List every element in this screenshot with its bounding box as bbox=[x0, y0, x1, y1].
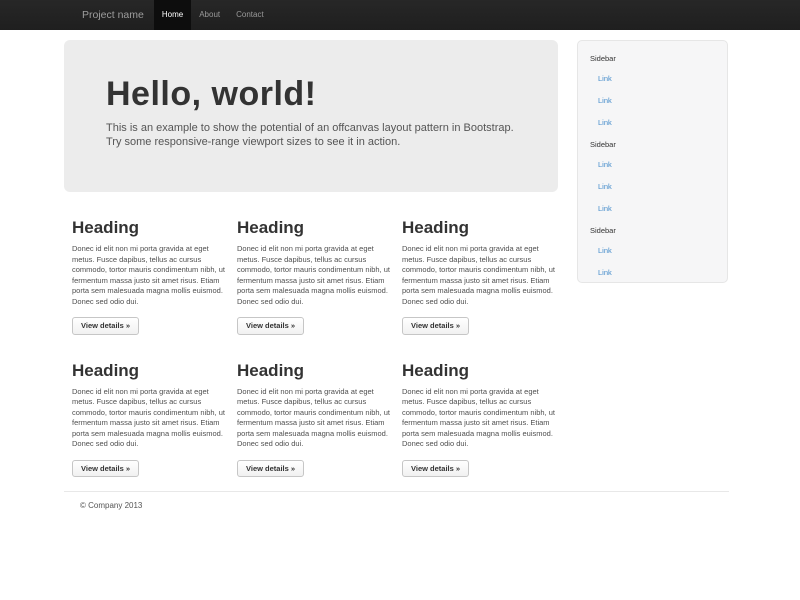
nav-item-contact: Contact bbox=[228, 0, 272, 30]
card-body-text: Donec id elit non mi porta gravida at eg… bbox=[72, 244, 225, 307]
nav-item-about: About bbox=[191, 0, 228, 30]
view-details-button[interactable]: View details » bbox=[402, 460, 469, 478]
feature-card: Heading Donec id elit non mi porta gravi… bbox=[402, 361, 555, 478]
sidebar-group-header: Sidebar bbox=[578, 134, 727, 154]
card-body-text: Donec id elit non mi porta gravida at eg… bbox=[237, 244, 390, 307]
page-title: Hello, world! bbox=[106, 76, 516, 113]
view-details-button[interactable]: View details » bbox=[72, 460, 139, 478]
sidebar-group-1: Sidebar Link Link Link bbox=[578, 48, 727, 134]
sidebar-link[interactable]: Link bbox=[578, 262, 727, 284]
card-body-text: Donec id elit non mi porta gravida at eg… bbox=[402, 244, 555, 307]
navbar-inner: Project name Home About Contact bbox=[64, 0, 272, 30]
card-body-text: Donec id elit non mi porta gravida at eg… bbox=[237, 387, 390, 450]
sidebar-group-header: Sidebar bbox=[578, 48, 727, 68]
nav-link-home[interactable]: Home bbox=[154, 0, 191, 30]
view-details-button[interactable]: View details » bbox=[237, 460, 304, 478]
feature-card: Heading Donec id elit non mi porta gravi… bbox=[72, 218, 225, 335]
jumbotron: Hello, world! This is an example to show… bbox=[64, 40, 558, 192]
copyright-text: © Company 2013 bbox=[80, 501, 729, 510]
page-container: Hello, world! This is an example to show… bbox=[64, 40, 729, 477]
content-column: Hello, world! This is an example to show… bbox=[64, 40, 558, 477]
sidebar-group-3: Sidebar Link Link bbox=[578, 220, 727, 284]
card-heading: Heading bbox=[237, 361, 390, 381]
sidebar-link[interactable]: Link bbox=[578, 198, 727, 220]
feature-card: Heading Donec id elit non mi porta gravi… bbox=[237, 361, 390, 478]
cards-row-2: Heading Donec id elit non mi porta gravi… bbox=[64, 361, 558, 478]
nav-link-contact[interactable]: Contact bbox=[228, 0, 272, 30]
sidebar-group-2: Sidebar Link Link Link bbox=[578, 134, 727, 220]
nav-link-about[interactable]: About bbox=[191, 0, 228, 30]
sidebar-link[interactable]: Link bbox=[578, 68, 727, 90]
card-heading: Heading bbox=[72, 218, 225, 238]
jumbotron-description: This is an example to show the potential… bbox=[106, 121, 516, 149]
sidebar-link[interactable]: Link bbox=[578, 176, 727, 198]
feature-card: Heading Donec id elit non mi porta gravi… bbox=[72, 361, 225, 478]
sidebar-link[interactable]: Link bbox=[578, 240, 727, 262]
card-heading: Heading bbox=[402, 218, 555, 238]
view-details-button[interactable]: View details » bbox=[237, 317, 304, 335]
feature-card: Heading Donec id elit non mi porta gravi… bbox=[237, 218, 390, 335]
sidebar: Sidebar Link Link Link Sidebar Link Link… bbox=[577, 40, 728, 283]
sidebar-link[interactable]: Link bbox=[578, 154, 727, 176]
card-body-text: Donec id elit non mi porta gravida at eg… bbox=[402, 387, 555, 450]
navbar-menu: Home About Contact bbox=[154, 0, 272, 30]
view-details-button[interactable]: View details » bbox=[72, 317, 139, 335]
card-heading: Heading bbox=[72, 361, 225, 381]
feature-card: Heading Donec id elit non mi porta gravi… bbox=[402, 218, 555, 335]
sidebar-group-header: Sidebar bbox=[578, 220, 727, 240]
main-row: Hello, world! This is an example to show… bbox=[64, 40, 729, 477]
card-heading: Heading bbox=[237, 218, 390, 238]
sidebar-link[interactable]: Link bbox=[578, 90, 727, 112]
navbar: Project name Home About Contact bbox=[0, 0, 800, 30]
view-details-button[interactable]: View details » bbox=[402, 317, 469, 335]
nav-item-home: Home bbox=[154, 0, 191, 30]
cards-row-1: Heading Donec id elit non mi porta gravi… bbox=[64, 218, 558, 335]
footer: © Company 2013 bbox=[64, 491, 729, 510]
card-heading: Heading bbox=[402, 361, 555, 381]
card-body-text: Donec id elit non mi porta gravida at eg… bbox=[72, 387, 225, 450]
brand-link[interactable]: Project name bbox=[64, 0, 154, 30]
sidebar-link[interactable]: Link bbox=[578, 112, 727, 134]
